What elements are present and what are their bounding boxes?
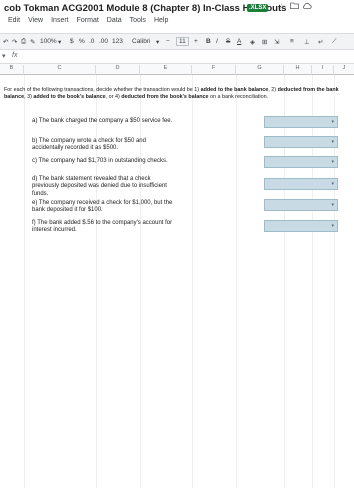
decrease-decimal-button[interactable]: .0 [89,38,94,45]
strikethrough-button[interactable]: S [226,38,230,45]
question-e: e) The company received a check for $1,0… [32,200,173,214]
menu-insert[interactable]: Insert [51,17,69,24]
gridline [236,75,237,488]
menu-format[interactable]: Format [77,17,99,24]
chevron-down-icon: ▾ [331,223,334,229]
title-bar: cob Tokman ACG2001 Module 8 (Chapter 8) … [0,0,354,34]
chevron-down-icon: ▾ [331,181,334,187]
zoom-select[interactable]: 100% [40,38,57,45]
menu-tools[interactable]: Tools [130,17,146,24]
font-select[interactable]: Calibri [132,38,150,45]
gridline [192,75,193,488]
question-b: b) The company wrote a check for $50 and… [32,138,146,152]
text-color-button[interactable]: A [237,38,241,45]
question-f: f) The bank added $.56 to the company's … [32,220,173,234]
fill-color-icon[interactable]: ◈ [250,38,255,46]
star-icon[interactable]: ☆ [278,2,285,11]
horizontal-align-icon[interactable]: ≡ [290,38,294,45]
fx-label: fx [12,52,18,59]
answer-dropdown-c[interactable]: ▾ [264,156,338,168]
cloud-icon[interactable] [302,2,312,11]
chevron-down-icon[interactable]: ▾ [2,52,6,60]
paint-format-icon[interactable]: ✎ [30,38,35,46]
instructions-text: For each of the following transactions, … [4,87,339,101]
column-header-h[interactable]: H [284,65,312,75]
document-title[interactable]: cob Tokman ACG2001 Module 8 (Chapter 8) … [4,3,286,14]
folder-icon[interactable] [290,2,299,11]
menu-view[interactable]: View [28,17,43,24]
menu-edit[interactable]: Edit [8,17,20,24]
currency-format-button[interactable]: $ [70,38,74,45]
formula-bar[interactable]: ▾ fx [0,50,354,64]
question-c: c) The company had $1,703 in outstanding… [32,158,168,164]
question-d: d) The bank statement revealed that a ch… [32,176,167,197]
vertical-align-icon[interactable]: ⊥ [304,38,310,46]
font-size-decrease-button[interactable]: − [166,38,170,45]
print-icon[interactable]: ⎙ [21,38,26,46]
column-header-j[interactable]: J [334,65,354,75]
answer-dropdown-b[interactable]: ▾ [264,136,338,148]
gridline [140,75,141,488]
gridline [96,75,97,488]
font-size-increase-button[interactable]: + [194,38,198,45]
text-wrap-icon[interactable]: ↵ [318,38,323,46]
redo-icon[interactable]: ↷ [12,38,17,46]
chevron-down-icon: ▾ [331,119,334,125]
menu-help[interactable]: Help [154,17,168,24]
undo-icon[interactable]: ↶ [3,38,8,46]
column-header-e[interactable]: E [140,65,192,75]
column-header-g[interactable]: G [236,65,284,75]
gridline [24,75,25,488]
chevron-down-icon[interactable]: ▾ [58,38,61,46]
question-a: a) The bank charged the company a $50 se… [32,118,173,124]
chevron-down-icon: ▾ [331,159,334,165]
font-chevron-icon[interactable]: ▾ [156,38,159,46]
number-format-button[interactable]: 123 [112,38,123,45]
increase-decimal-button[interactable]: .00 [99,38,108,45]
column-header-c[interactable]: C [24,65,96,75]
borders-icon[interactable]: ⊞ [262,38,267,46]
answer-dropdown-a[interactable]: ▾ [264,116,338,128]
chevron-down-icon: ▾ [331,202,334,208]
chevron-down-icon: ▾ [331,139,334,145]
bold-button[interactable]: B [206,38,211,45]
merge-cells-icon[interactable]: ⇲ [274,38,279,46]
percent-format-button[interactable]: % [79,38,85,45]
column-header-d[interactable]: D [96,65,140,75]
font-size-input[interactable]: 11 [176,37,189,46]
column-header-b[interactable]: B [0,65,24,75]
toolbar: ↶ ↷ ⎙ ✎ 100% ▾ $ % .0 .00 123 Calibri ▾ … [0,33,354,50]
file-type-badge: .XLSX [247,4,269,12]
menu-data[interactable]: Data [107,17,122,24]
text-rotation-icon[interactable]: ⟋ [332,38,337,46]
column-header-i[interactable]: I [312,65,334,75]
answer-dropdown-f[interactable]: ▾ [264,220,338,232]
answer-dropdown-e[interactable]: ▾ [264,199,338,211]
column-headers: B C D E F G H I J [0,64,354,75]
answer-dropdown-d[interactable]: ▾ [264,178,338,190]
menu-bar: Edit View Insert Format Data Tools Help [8,17,168,24]
italic-button[interactable]: I [216,38,218,45]
column-header-f[interactable]: F [192,65,236,75]
